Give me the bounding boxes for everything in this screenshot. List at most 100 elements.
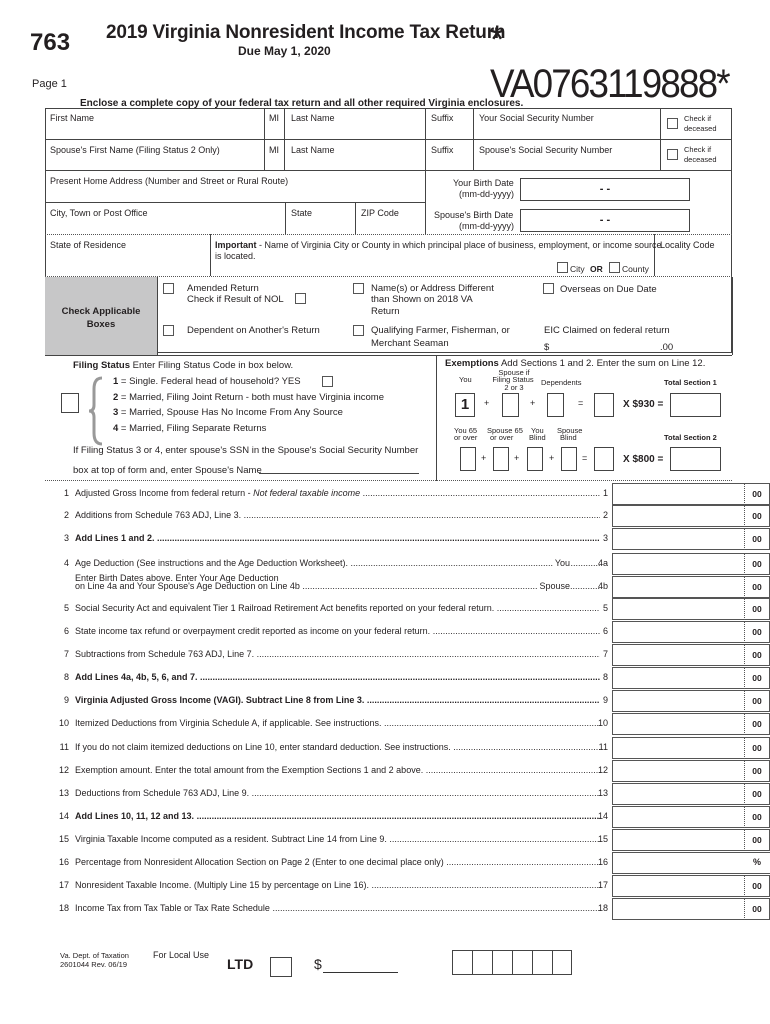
name-address-different-checkbox[interactable] — [353, 283, 364, 294]
line-item-row: 5 Social Security Act and equivalent Tier… — [45, 598, 770, 620]
line-13-amount-input[interactable] — [612, 783, 744, 805]
line-4b-amount-input[interactable] — [612, 576, 744, 598]
line-description: If you do not claim itemized deductions … — [75, 742, 600, 752]
county-checkbox[interactable] — [609, 262, 620, 273]
state-of-residence-field[interactable] — [46, 252, 208, 274]
line-description-text: Subtractions from Schedule 763 ADJ, Line… — [75, 649, 255, 659]
exemption-you-input[interactable]: 1 — [455, 393, 475, 417]
line-7-amount-input[interactable] — [612, 644, 744, 666]
spouse-first-name-field[interactable] — [46, 157, 262, 169]
check-boxes-label-line-1: Check Applicable — [61, 306, 141, 317]
nol-checkbox[interactable] — [295, 293, 306, 304]
line-15-amount-input[interactable] — [612, 829, 744, 851]
your-birth-date-field[interactable]: - - — [520, 178, 690, 201]
amended-return-checkbox[interactable] — [163, 283, 174, 294]
spouse-deceased-checkbox[interactable] — [667, 149, 678, 160]
you-blind-input[interactable] — [527, 447, 543, 471]
exemption-section-1-count[interactable] — [594, 393, 614, 417]
important-text-2: is located. — [215, 251, 256, 261]
line-9-amount-input[interactable] — [612, 690, 744, 712]
city-checkbox[interactable] — [557, 262, 568, 273]
line-18-amount-input[interactable] — [612, 898, 744, 920]
leader-dots: ........................................… — [200, 672, 600, 682]
state-field[interactable] — [287, 220, 353, 233]
line-description: on Line 4a and Your Spouse's Age Deducti… — [75, 581, 600, 591]
line-17-amount-input[interactable] — [612, 875, 744, 897]
spouse-ssn-field[interactable] — [475, 157, 658, 169]
line-3-amount-input[interactable] — [612, 528, 744, 550]
dependents-label: Dependents — [541, 378, 582, 387]
zip-field[interactable] — [357, 220, 423, 233]
mi-label: MI — [269, 113, 279, 123]
line-description-text: Nonresident Taxable Income. (Multiply Li… — [75, 880, 370, 890]
cents-label: 00 — [744, 783, 770, 805]
line-12-amount-input[interactable] — [612, 760, 744, 782]
equals-sign: = — [582, 453, 588, 463]
ltd-checkbox[interactable] — [270, 957, 292, 977]
line-6-amount-input[interactable] — [612, 621, 744, 643]
total-section-1-input[interactable] — [670, 393, 721, 417]
spouse-if-line-3: 2 or 3 — [504, 383, 524, 392]
exemption-dependents-input[interactable] — [547, 393, 564, 417]
cents-label: 00 — [744, 806, 770, 828]
eic-amount-field[interactable] — [552, 339, 658, 353]
ltd-amount-field[interactable] — [323, 957, 398, 973]
spouse-birth-date-field[interactable]: - - — [520, 209, 690, 232]
cents-label: 00 — [744, 528, 770, 550]
line-10-amount-input[interactable] — [612, 713, 744, 735]
exemption-spouse-input[interactable] — [502, 393, 519, 417]
line-item-row: 6 State income tax refund or overpayment … — [45, 621, 770, 643]
mi-field[interactable] — [266, 125, 283, 138]
important-note: Important - Name of Virginia City or Cou… — [215, 240, 662, 251]
form-barcode-id: * VA0763119888* — [490, 18, 731, 106]
line-reference: 7 — [602, 649, 608, 659]
city-field[interactable] — [46, 220, 283, 233]
cents-label: 00 — [744, 898, 770, 920]
last-name-field[interactable] — [286, 125, 423, 138]
ssn-field[interactable] — [475, 125, 658, 138]
you-blind-line-2: Blind — [529, 433, 546, 442]
check-if-label: Check if — [684, 145, 712, 154]
leader-dots: ........................................… — [196, 811, 600, 821]
last-name-label: Last Name — [291, 113, 335, 123]
spouse-ssn-label: Spouse's Social Security Number — [479, 145, 613, 155]
due-date: Due May 1, 2020 — [238, 44, 331, 58]
spouse-65-input[interactable] — [493, 447, 509, 471]
line-11-amount-input[interactable] — [612, 737, 744, 759]
nol-label: Check if Result of NOL — [187, 294, 284, 305]
line-1-amount-input[interactable] — [612, 483, 744, 505]
overseas-checkbox[interactable] — [543, 283, 554, 294]
suffix-field[interactable] — [427, 125, 471, 138]
leader-dots: ........................................… — [446, 857, 600, 867]
address-field[interactable] — [46, 188, 423, 201]
brace-icon — [88, 376, 103, 446]
state-label: State — [291, 208, 313, 218]
line-number: 3 — [63, 533, 69, 543]
first-name-field[interactable] — [46, 125, 262, 138]
exemption-section-2-count[interactable] — [594, 447, 614, 471]
line-8-amount-input[interactable] — [612, 667, 744, 689]
important-label: Important — [215, 240, 257, 250]
total-section-2-input[interactable] — [670, 447, 721, 471]
line-reference: 9 — [602, 695, 608, 705]
spouse-name-field[interactable] — [259, 462, 419, 474]
head-of-household-checkbox[interactable] — [322, 376, 333, 387]
deceased-checkbox[interactable] — [667, 118, 678, 129]
dependent-checkbox[interactable] — [163, 325, 174, 336]
spouse-blind-input[interactable] — [561, 447, 577, 471]
option-text: = Single. Federal head of household? YES — [118, 376, 301, 387]
filing-status-code-input[interactable] — [61, 393, 79, 413]
line-number: 8 — [63, 672, 69, 682]
spouse-last-name-field[interactable] — [286, 157, 423, 169]
total-section-1-label: Total Section 1 — [664, 378, 717, 387]
you-65-input[interactable] — [460, 447, 476, 471]
locality-code-field[interactable] — [656, 252, 730, 274]
line-2-amount-input[interactable] — [612, 505, 744, 527]
qualifying-farmer-checkbox[interactable] — [353, 325, 364, 336]
name-address-label-1: Name(s) or Address Different — [371, 283, 494, 294]
line-item-row: 14 Add Lines 10, 11, 12 and 13. .........… — [45, 806, 770, 828]
line-14-amount-input[interactable] — [612, 806, 744, 828]
local-use-label: For Local Use — [153, 950, 210, 960]
locality-code-label: Locality Code — [660, 240, 715, 250]
line-5-amount-input[interactable] — [612, 598, 744, 620]
